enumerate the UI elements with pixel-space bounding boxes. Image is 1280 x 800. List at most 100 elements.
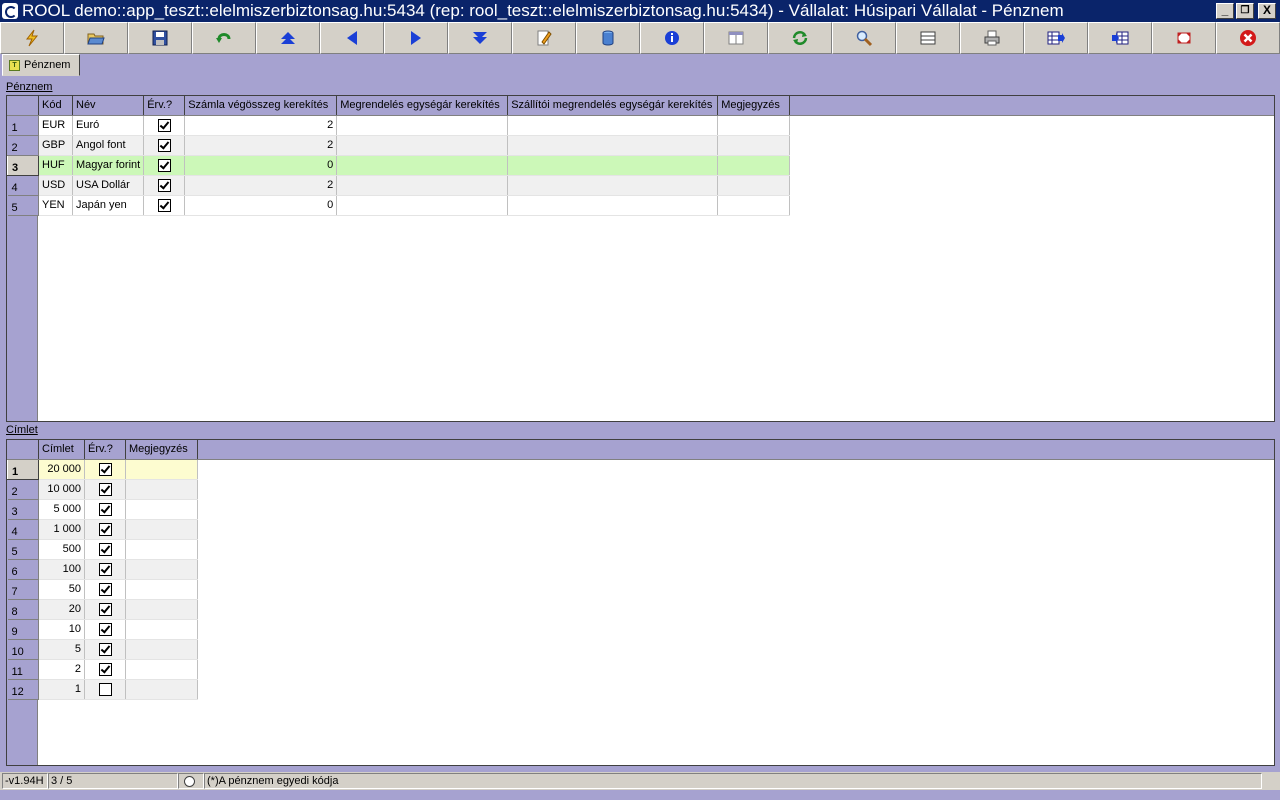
row-number[interactable]: 5 bbox=[7, 195, 39, 216]
cell-nev[interactable]: Euró bbox=[72, 115, 145, 136]
export-grid-button[interactable] bbox=[1024, 22, 1088, 54]
cell-megrendeles-kerekites[interactable] bbox=[336, 175, 509, 196]
table-row[interactable]: 7 50 bbox=[7, 579, 198, 600]
checkbox-checked[interactable] bbox=[157, 118, 171, 132]
cell-cimlet[interactable]: 5 000 bbox=[38, 499, 85, 520]
table-row[interactable]: 8 20 bbox=[7, 599, 198, 620]
cell-kod[interactable]: GBP bbox=[38, 135, 73, 156]
checkbox-checked[interactable] bbox=[98, 462, 112, 476]
cell-megjegyzes[interactable] bbox=[125, 519, 198, 540]
cell-cimlet[interactable]: 10 bbox=[38, 619, 85, 640]
lightning-button[interactable] bbox=[0, 22, 64, 54]
next-record-button[interactable] bbox=[384, 22, 448, 54]
cell-cimlet[interactable]: 20 000 bbox=[38, 459, 85, 480]
table-row[interactable]: 9 10 bbox=[7, 619, 198, 640]
cell-megjegyzes[interactable] bbox=[125, 619, 198, 640]
cell-cimlet[interactable]: 20 bbox=[38, 599, 85, 620]
cell-szamla-kerekites[interactable]: 2 bbox=[184, 135, 338, 156]
checkbox-checked[interactable] bbox=[157, 158, 171, 172]
cell-cimlet[interactable]: 10 000 bbox=[38, 479, 85, 500]
first-record-button[interactable] bbox=[256, 22, 320, 54]
cell-cimlet[interactable]: 1 bbox=[38, 679, 85, 700]
cell-cimlet[interactable]: 50 bbox=[38, 579, 85, 600]
tab-penznem[interactable]: T Pénznem bbox=[2, 54, 80, 76]
table-row[interactable]: 35 000 bbox=[7, 499, 198, 520]
penznem-section-label[interactable]: Pénznem bbox=[6, 81, 52, 93]
cell-erv[interactable] bbox=[143, 115, 186, 136]
cell-megjegyzes[interactable] bbox=[125, 579, 198, 600]
checkbox-checked[interactable] bbox=[98, 482, 112, 496]
table-row[interactable]: 2 GBP Angol font 2 bbox=[7, 135, 791, 156]
checkbox-checked[interactable] bbox=[98, 602, 112, 616]
form-view-button[interactable] bbox=[704, 22, 768, 54]
column-header[interactable]: Érv.? bbox=[84, 440, 126, 460]
cell-szallitoi-kerekites[interactable] bbox=[507, 195, 719, 216]
cell-erv[interactable] bbox=[84, 539, 126, 560]
cell-szallitoi-kerekites[interactable] bbox=[507, 115, 719, 136]
table-row[interactable]: 5 YEN Japán yen 0 bbox=[7, 195, 791, 216]
cell-kod[interactable]: HUF bbox=[38, 155, 73, 176]
column-header[interactable]: Név bbox=[72, 96, 145, 116]
column-header[interactable]: Megrendelés egységár kerekítés bbox=[336, 96, 509, 116]
undo-arrow-button[interactable] bbox=[192, 22, 256, 54]
cell-erv[interactable] bbox=[84, 579, 126, 600]
cell-megjegyzes[interactable] bbox=[717, 175, 791, 196]
row-number[interactable]: 4 bbox=[7, 175, 39, 196]
row-number[interactable]: 1 bbox=[7, 458, 39, 480]
column-header[interactable]: Megjegyzés bbox=[717, 96, 791, 116]
cell-szallitoi-kerekites[interactable] bbox=[507, 135, 719, 156]
cell-szamla-kerekites[interactable]: 0 bbox=[184, 155, 338, 176]
checkbox-checked[interactable] bbox=[157, 178, 171, 192]
cell-megjegyzes[interactable] bbox=[125, 639, 198, 660]
cell-erv[interactable] bbox=[84, 619, 126, 640]
table-row[interactable]: 3 HUF Magyar forint 0 bbox=[7, 154, 791, 176]
grid-lines-button[interactable] bbox=[896, 22, 960, 54]
table-row[interactable]: 12 1 bbox=[7, 679, 198, 700]
table-row[interactable]: 1 EUR Euró 2 bbox=[7, 115, 791, 136]
cell-szamla-kerekites[interactable]: 2 bbox=[184, 115, 338, 136]
open-folder-button[interactable] bbox=[64, 22, 128, 54]
row-number[interactable]: 5 bbox=[7, 539, 39, 560]
cell-megjegyzes[interactable] bbox=[125, 559, 198, 580]
import-grid-button[interactable] bbox=[1088, 22, 1152, 54]
row-number[interactable]: 2 bbox=[7, 135, 39, 156]
info-button[interactable] bbox=[640, 22, 704, 54]
fullscreen-button[interactable] bbox=[1152, 22, 1216, 54]
row-number[interactable]: 6 bbox=[7, 559, 39, 580]
row-number[interactable]: 8 bbox=[7, 599, 39, 620]
checkbox-checked[interactable] bbox=[157, 138, 171, 152]
cell-megjegyzes[interactable] bbox=[125, 539, 198, 560]
cell-erv[interactable] bbox=[143, 175, 186, 196]
cell-megjegyzes[interactable] bbox=[125, 659, 198, 680]
row-number[interactable]: 4 bbox=[7, 519, 39, 540]
table-row[interactable]: 2 10 000 bbox=[7, 479, 198, 500]
cell-szallitoi-kerekites[interactable] bbox=[507, 175, 719, 196]
database-button[interactable] bbox=[576, 22, 640, 54]
cell-megrendeles-kerekites[interactable] bbox=[336, 135, 509, 156]
print-button[interactable] bbox=[960, 22, 1024, 54]
close-window-button[interactable]: X bbox=[1258, 3, 1276, 19]
row-number[interactable]: 12 bbox=[7, 679, 39, 700]
cell-erv[interactable] bbox=[84, 599, 126, 620]
row-number[interactable]: 11 bbox=[7, 659, 39, 680]
cell-megrendeles-kerekites[interactable] bbox=[336, 115, 509, 136]
cell-cimlet[interactable]: 1 000 bbox=[38, 519, 85, 540]
restore-button[interactable]: ❐ bbox=[1236, 3, 1254, 19]
checkbox-checked[interactable] bbox=[98, 522, 112, 536]
row-number[interactable]: 1 bbox=[7, 115, 39, 136]
cell-kod[interactable]: YEN bbox=[38, 195, 73, 216]
row-number[interactable]: 7 bbox=[7, 579, 39, 600]
cell-megjegyzes[interactable] bbox=[717, 195, 791, 216]
checkbox-checked[interactable] bbox=[98, 582, 112, 596]
cell-erv[interactable] bbox=[84, 659, 126, 680]
cell-megjegyzes[interactable] bbox=[717, 115, 791, 136]
cell-megjegyzes[interactable] bbox=[125, 499, 198, 520]
cell-megrendeles-kerekites[interactable] bbox=[336, 195, 509, 216]
refresh-button[interactable] bbox=[768, 22, 832, 54]
checkbox-checked[interactable] bbox=[98, 542, 112, 556]
cell-erv[interactable] bbox=[84, 499, 126, 520]
checkbox-checked[interactable] bbox=[98, 622, 112, 636]
checkbox-checked[interactable] bbox=[98, 502, 112, 516]
minimize-button[interactable]: _ bbox=[1216, 3, 1234, 19]
column-header[interactable]: Megjegyzés bbox=[125, 440, 198, 460]
